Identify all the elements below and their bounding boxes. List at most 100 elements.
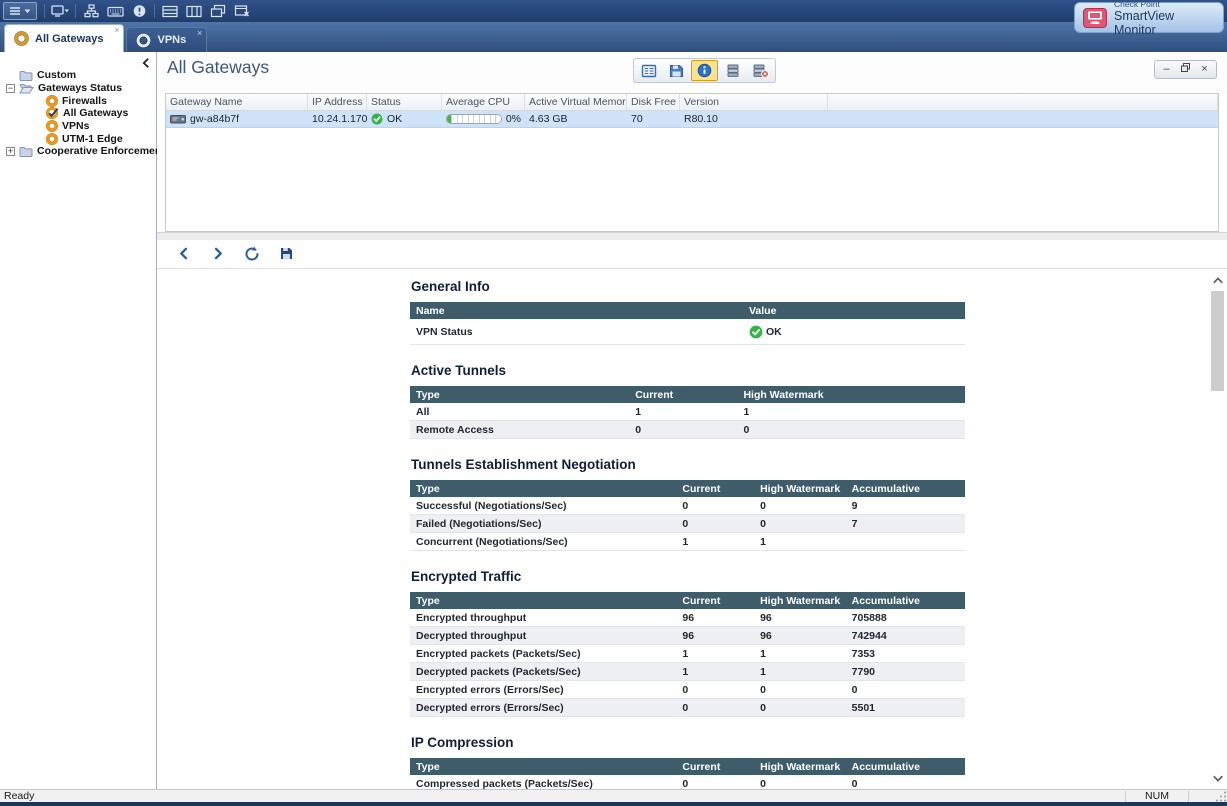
cell: 0	[754, 700, 846, 716]
section-header-row: TypeCurrentHigh WatermarkAccumulative	[410, 758, 965, 775]
table-row: Successful (Negotiations/Sec)009	[410, 497, 965, 515]
sidebar-item-custom[interactable]: Custom	[0, 69, 156, 82]
cell: OK	[743, 323, 965, 341]
tree-button[interactable]	[79, 2, 103, 20]
scroll-up-icon[interactable]	[1210, 273, 1225, 288]
cell: Encrypted packets (Packets/Sec)	[410, 646, 676, 662]
sidebar-item-all-gateways[interactable]: All Gateways	[0, 107, 156, 120]
memory-cell: 4.63 GB	[525, 111, 627, 127]
restore-button[interactable]	[1176, 62, 1195, 77]
appliance-icon	[170, 114, 186, 124]
tab-label: All Gateways	[35, 33, 103, 45]
cell: 0	[676, 700, 754, 716]
section-header-row: TypeCurrentHigh WatermarkAccumulative	[410, 480, 965, 497]
minimize-button[interactable]: –	[1157, 62, 1176, 77]
cell: All	[410, 404, 629, 420]
info-icon	[697, 63, 712, 78]
forward-button[interactable]	[209, 245, 227, 263]
save-report-button[interactable]	[277, 245, 295, 263]
info-button[interactable]	[691, 60, 718, 81]
section-column-header: Current	[676, 759, 754, 775]
cell: 0	[676, 682, 754, 698]
tree-icon	[84, 4, 99, 18]
cell: 0	[846, 776, 965, 790]
cascade-windows-button[interactable]	[206, 2, 230, 20]
cascade-windows-icon	[210, 4, 226, 18]
close-window-button[interactable]	[230, 2, 254, 20]
sidebar-item-utm-1-edge[interactable]: UTM-1 Edge	[0, 132, 156, 145]
views-dropdown-button[interactable]	[48, 2, 72, 20]
back-button[interactable]	[175, 245, 193, 263]
column-header-ip-address[interactable]: IP Address	[308, 94, 367, 110]
resize-grip[interactable]	[1213, 790, 1227, 802]
gateway-remove-button[interactable]	[747, 60, 774, 81]
gateway-row[interactable]: gw-a84b7f10.24.1.170OK0%4.63 GB70R80.10	[166, 111, 1218, 128]
sidebar-collapse-icon[interactable]	[142, 58, 150, 68]
close-button[interactable]: ×	[1195, 62, 1214, 77]
section-tunnels-establishment-negotiation: Tunnels Establishment NegotiationTypeCur…	[410, 457, 965, 551]
refresh-button[interactable]	[243, 245, 261, 263]
sidebar-item-firewalls[interactable]: Firewalls	[0, 94, 156, 107]
scroll-down-icon[interactable]	[1210, 771, 1225, 786]
cell: 96	[676, 628, 754, 644]
tree-expander[interactable]: −	[6, 84, 15, 93]
cell: 0	[676, 498, 754, 514]
save-button[interactable]	[663, 60, 690, 81]
alert-button[interactable]	[127, 2, 151, 20]
tree-item-label: VPNs	[62, 120, 89, 132]
section-column-header: Current	[629, 387, 737, 403]
details-view-button[interactable]	[635, 60, 662, 81]
column-header-version[interactable]: Version	[680, 94, 828, 110]
column-header-disk-free-[interactable]: Disk Free %	[627, 94, 680, 110]
section-encrypted-traffic: Encrypted TrafficTypeCurrentHigh Waterma…	[410, 569, 965, 717]
gateway-table-header: Gateway NameIP AddressStatusAverage CPUA…	[166, 94, 1218, 111]
sidebar-item-gateways-status[interactable]: −Gateways Status	[0, 82, 156, 95]
tab-all-gateways[interactable]: All Gateways ×	[4, 24, 124, 52]
details-scrollbar[interactable]	[1210, 273, 1225, 786]
rows-layout-button[interactable]	[158, 2, 182, 20]
caret-down-icon	[24, 8, 31, 14]
cell: 0	[846, 682, 965, 698]
gateway-ring-icon	[46, 133, 58, 145]
sidebar: Custom−Gateways StatusFirewallsAll Gatew…	[0, 52, 157, 789]
cell: 7	[846, 516, 965, 532]
sidebar-item-vpns[interactable]: VPNs	[0, 120, 156, 133]
cell: 1	[754, 646, 846, 662]
app-menu-button[interactable]	[3, 2, 37, 20]
tab-close-icon[interactable]: ×	[197, 29, 202, 38]
cell: 0	[754, 516, 846, 532]
folder-open-icon	[19, 83, 34, 94]
columns-layout-button[interactable]	[182, 2, 206, 20]
toolbar-separator	[75, 4, 76, 18]
tab-bar: All Gateways × VPNs ×	[0, 22, 1227, 52]
gateway-ring-icon	[14, 31, 29, 46]
tree-item-label: Cooperative Enforcement	[37, 145, 165, 157]
cell: 1	[737, 404, 965, 420]
tab-vpns[interactable]: VPNs ×	[126, 27, 207, 52]
tab-close-icon[interactable]: ×	[114, 26, 119, 35]
tree-item-label: Firewalls	[62, 95, 107, 107]
sidebar-item-cooperative-enforcement[interactable]: +Cooperative Enforcement	[0, 145, 156, 158]
section-column-header: Accumulative	[846, 759, 965, 775]
column-header-active-virtual-memory[interactable]: Active Virtual Memory	[525, 94, 627, 110]
cell: Decrypted packets (Packets/Sec)	[410, 664, 676, 680]
column-header-status[interactable]: Status	[367, 94, 442, 110]
section-column-header: High Watermark	[754, 759, 846, 775]
keyboard-button[interactable]	[103, 2, 127, 20]
scrollbar-thumb[interactable]	[1211, 291, 1224, 391]
cell: VPN Status	[410, 324, 743, 340]
section-column-header: High Watermark	[754, 593, 846, 609]
column-header-average-cpu[interactable]: Average CPU	[442, 94, 525, 110]
cell: Successful (Negotiations/Sec)	[410, 498, 676, 514]
table-row: Decrypted throughput9696742944	[410, 627, 965, 645]
gateway-details-button[interactable]	[719, 60, 746, 81]
section-column-header: Type	[410, 759, 676, 775]
back-icon	[178, 247, 190, 260]
column-header-gateway-name[interactable]: Gateway Name	[166, 94, 308, 110]
smartview-monitor-window: Check Point SmartView Monitor All Gatewa…	[0, 0, 1227, 806]
cell: 0	[754, 682, 846, 698]
cell: Decrypted throughput	[410, 628, 676, 644]
views-tree: Custom−Gateways StatusFirewallsAll Gatew…	[0, 52, 156, 158]
tree-expander[interactable]: +	[6, 147, 15, 156]
disk-free-cell: 70	[627, 111, 680, 127]
